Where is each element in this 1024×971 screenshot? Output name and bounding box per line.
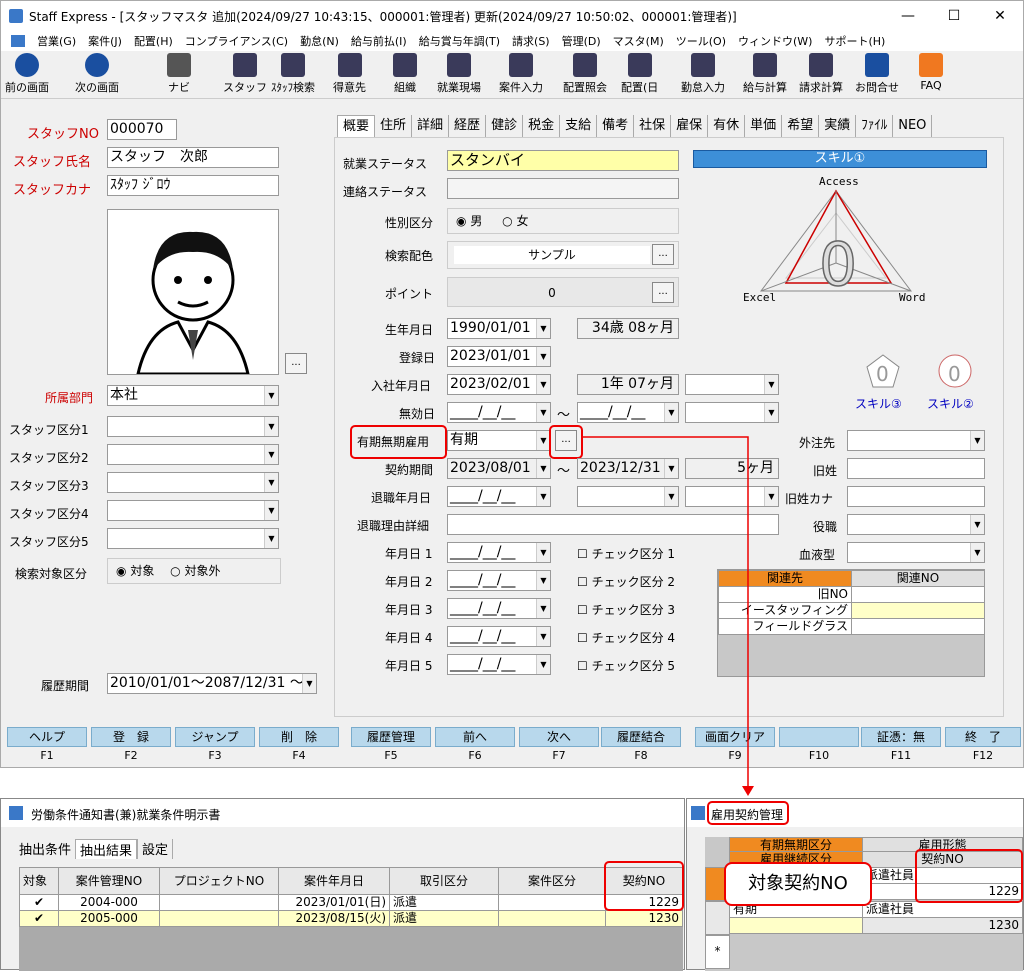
w2-h-trade: 取引区分 xyxy=(389,867,499,895)
w3-r2-c3 xyxy=(729,917,863,934)
w2-title: 労働条件通知書(兼)就業条件明示書 xyxy=(31,808,221,822)
w2-r1-check[interactable]: ✔ xyxy=(19,894,59,911)
w2-r2-mgmt: 2005-000 xyxy=(58,910,160,927)
w3-row2-marker[interactable] xyxy=(705,901,730,935)
w2-titlebar: 労働条件通知書(兼)就業条件明示書 xyxy=(1,799,684,827)
w2-h-date: 案件年月日 xyxy=(278,867,390,895)
w2-r2-check[interactable]: ✔ xyxy=(19,910,59,927)
w2-tab-conditions[interactable]: 抽出条件 xyxy=(15,839,75,859)
w2-h-target: 対象 xyxy=(19,867,59,895)
w3-contract-highlight xyxy=(915,849,1023,903)
w2-r1-project xyxy=(159,894,279,911)
w2-results-grid: 対象 案件管理NO プロジェクトNO 案件年月日 取引区分 案件区分 契約NO … xyxy=(19,867,683,971)
w2-h-project: プロジェクトNO xyxy=(159,867,279,895)
w2-r1-type xyxy=(498,894,606,911)
w2-tab-settings[interactable]: 設定 xyxy=(137,839,174,859)
w3-r2-contract: 1230 xyxy=(862,917,1023,934)
app-icon xyxy=(9,806,23,820)
w2-r2-project xyxy=(159,910,279,927)
w2-h-type: 案件区分 xyxy=(498,867,606,895)
w3-new-row-marker[interactable]: * xyxy=(705,935,730,969)
labor-conditions-window: 労働条件通知書(兼)就業条件明示書 抽出条件 抽出結果 設定 対象 案件管理NO… xyxy=(0,798,685,971)
w2-r2-contract: 1230 xyxy=(605,910,683,927)
w2-r1-mgmt: 2004-000 xyxy=(58,894,160,911)
w3-r2-c2: 派遣社員 xyxy=(862,901,1023,918)
w2-r2-date: 2023/08/15(火) xyxy=(278,910,390,927)
w2-contract-highlight xyxy=(604,861,684,911)
callout-label: 対象契約NO xyxy=(724,862,872,906)
w2-r2-type xyxy=(498,910,606,927)
w2-h-mgmt: 案件管理NO xyxy=(58,867,160,895)
app-icon xyxy=(691,806,705,820)
w2-r1-date: 2023/01/01(日) xyxy=(278,894,390,911)
w2-tabs: 抽出条件 抽出結果 設定 xyxy=(15,839,174,859)
w2-tab-results[interactable]: 抽出結果 xyxy=(75,839,138,859)
w2-r2-trade: 派遣 xyxy=(389,910,499,927)
w3-title-highlight xyxy=(707,801,789,825)
w2-r1-trade: 派遣 xyxy=(389,894,499,911)
